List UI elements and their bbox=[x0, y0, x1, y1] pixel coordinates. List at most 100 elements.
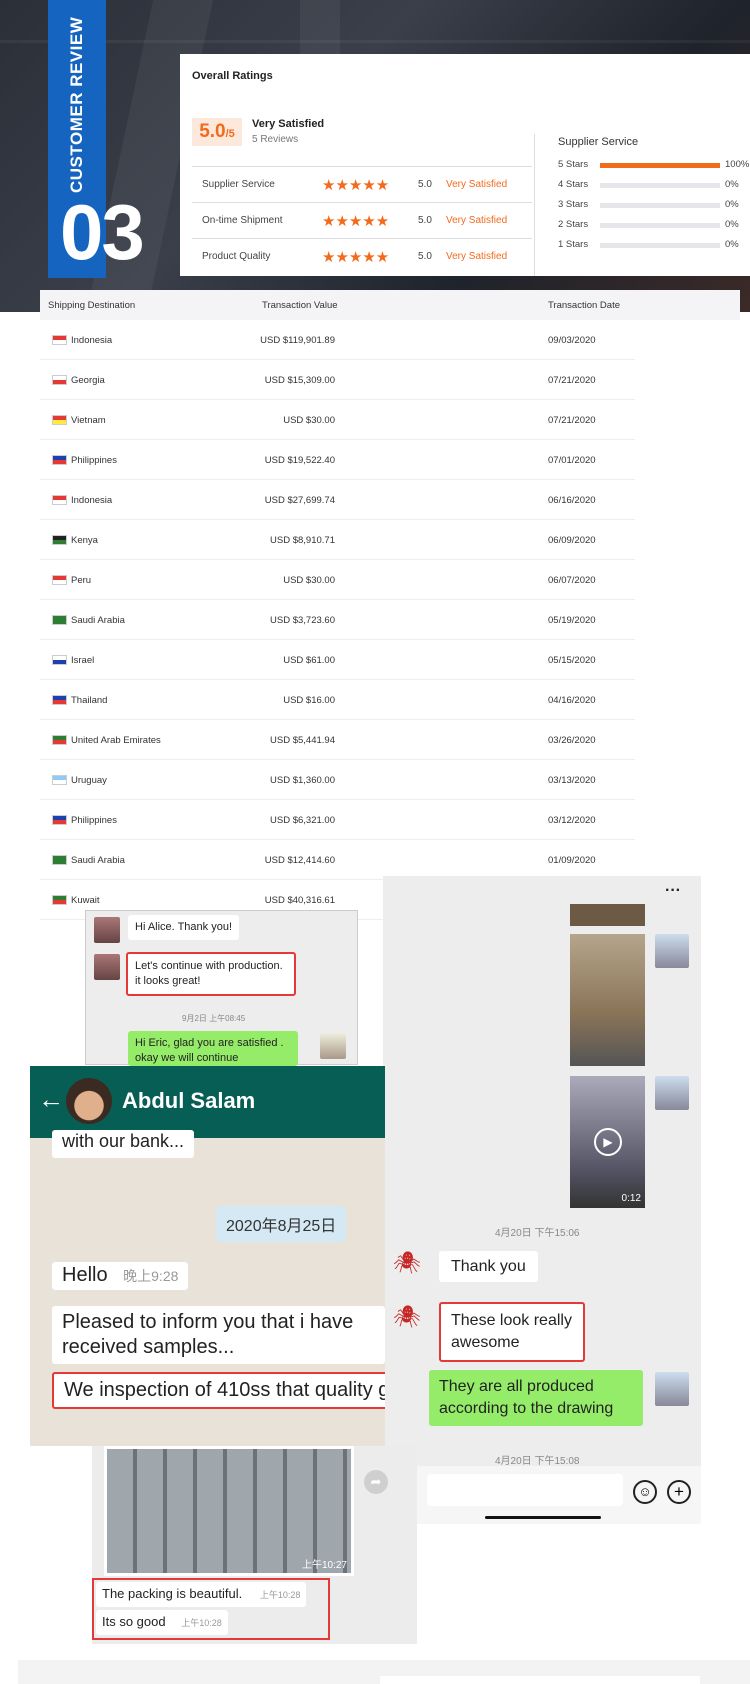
table-row: Peru USD $30.00 06/07/2020 bbox=[40, 560, 635, 600]
section-number: 03 bbox=[60, 188, 145, 276]
table-row: Thailand USD $16.00 04/16/2020 bbox=[40, 680, 635, 720]
back-arrow-icon[interactable]: ← bbox=[38, 1084, 64, 1115]
review-count: 5 Reviews bbox=[252, 134, 299, 145]
message-time: 上午10:28 bbox=[181, 1618, 222, 1628]
progress-track bbox=[600, 183, 720, 188]
image-thumbnail[interactable] bbox=[570, 904, 645, 926]
country-cell: Vietnam bbox=[71, 415, 106, 426]
chat-bubble: Thank you bbox=[439, 1251, 538, 1282]
message-input[interactable] bbox=[427, 1474, 623, 1506]
avatar[interactable] bbox=[66, 1078, 112, 1124]
chat-timestamp: 4月20日 下午15:06 bbox=[495, 1228, 580, 1239]
star-icon: ★★★★★ bbox=[322, 177, 390, 194]
value-cell: USD $19,522.40 bbox=[264, 455, 335, 466]
date-cell: 06/07/2020 bbox=[548, 575, 596, 586]
chat-bubble: Its so good 上午10:28 bbox=[96, 1610, 228, 1635]
ratings-title: Overall Ratings bbox=[192, 70, 273, 82]
chat-bubble-highlighted: Let's continue with production. it looks… bbox=[126, 952, 296, 996]
message-time: 上午10:28 bbox=[259, 1590, 301, 1600]
date-chip: 2020年8月25日 bbox=[216, 1206, 347, 1242]
country-cell: Thailand bbox=[71, 695, 108, 706]
rating-row: Product Quality ★★★★★ 5.0 Very Satisfied bbox=[192, 238, 532, 274]
message-text: Its so good bbox=[102, 1614, 166, 1629]
summary-text: Very Satisfied bbox=[252, 118, 325, 130]
photo-pipes[interactable]: 上午10:27 bbox=[104, 1446, 354, 1576]
flag-icon bbox=[52, 615, 67, 625]
flag-icon bbox=[52, 375, 67, 385]
chat-bubble-sent: Hi Eric, glad you are satisfied . okay w… bbox=[128, 1031, 298, 1066]
table-row: Indonesia USD $27,699.74 06/16/2020 bbox=[40, 480, 635, 520]
flag-icon bbox=[52, 495, 67, 505]
photo-time: 上午10:27 bbox=[301, 1560, 347, 1571]
date-cell: 05/15/2020 bbox=[548, 655, 596, 666]
breakdown-row: 1 Stars 0% bbox=[558, 238, 750, 252]
rating-value: 5.0 bbox=[418, 251, 432, 262]
chat-bubble: with our bank... bbox=[52, 1130, 195, 1158]
value-cell: USD $61.00 bbox=[283, 655, 335, 666]
image-thumbnail[interactable] bbox=[570, 934, 645, 1066]
breakdown-row: 3 Stars 0% bbox=[558, 198, 750, 212]
table-row: Israel USD $61.00 05/15/2020 bbox=[40, 640, 635, 680]
col-header: Transaction Value bbox=[262, 300, 338, 311]
home-indicator bbox=[485, 1516, 601, 1519]
country-cell: Kuwait bbox=[71, 895, 100, 906]
rating-text: Very Satisfied bbox=[446, 179, 508, 190]
value-cell: USD $6,321.00 bbox=[270, 815, 335, 826]
date-cell: 03/12/2020 bbox=[548, 815, 596, 826]
avatar bbox=[320, 1033, 346, 1059]
progress-track bbox=[600, 243, 720, 248]
chat-bubble: Hello 晚上9:28 bbox=[52, 1262, 189, 1290]
breakdown-row: 4 Stars 0% bbox=[558, 178, 750, 192]
chat-header bbox=[383, 876, 701, 910]
table-row: Saudi Arabia USD $12,414.60 01/09/2020 bbox=[40, 840, 635, 880]
star-icon: ★★★★★ bbox=[322, 249, 390, 266]
chat-bubble: The packing is beautiful. 上午10:28 bbox=[96, 1582, 307, 1607]
country-cell: Uruguay bbox=[71, 775, 107, 786]
flag-icon bbox=[52, 815, 67, 825]
chat-bubble: Pleased to inform you that i have receiv… bbox=[52, 1306, 385, 1364]
country-cell: Peru bbox=[71, 575, 92, 586]
score-badge: 5.0/5 bbox=[192, 118, 242, 146]
avatar bbox=[655, 1076, 689, 1110]
message-text: The packing is beautiful. bbox=[102, 1586, 243, 1601]
divider bbox=[534, 134, 535, 276]
breakdown-percent: 0% bbox=[725, 179, 739, 190]
more-icon[interactable]: ··· bbox=[665, 882, 681, 900]
footer-panel bbox=[380, 1676, 700, 1684]
date-cell: 03/13/2020 bbox=[548, 775, 596, 786]
breakdown-label: 3 Stars bbox=[558, 199, 589, 210]
breakdown-label: 2 Stars bbox=[558, 219, 589, 230]
play-icon[interactable]: ▶ bbox=[594, 1128, 622, 1156]
ratings-card: Overall Ratings 5.0/5 Very Satisfied 5 R… bbox=[180, 54, 750, 276]
flag-icon bbox=[52, 535, 67, 545]
country-cell: Israel bbox=[71, 655, 95, 666]
forward-icon[interactable]: ➦ bbox=[364, 1470, 388, 1494]
progress-track bbox=[600, 163, 720, 168]
avatar bbox=[94, 917, 120, 943]
table-row: Georgia USD $15,309.00 07/21/2020 bbox=[40, 360, 635, 400]
country-cell: Indonesia bbox=[71, 335, 113, 346]
rating-text: Very Satisfied bbox=[446, 251, 508, 262]
transaction-table: Shipping Destination Transaction Value T… bbox=[40, 290, 740, 920]
progress-track bbox=[600, 203, 720, 208]
video-thumbnail[interactable]: ▶ 0:12 bbox=[570, 1076, 645, 1208]
breakdown-percent: 0% bbox=[725, 219, 739, 230]
value-cell: USD $12,414.60 bbox=[264, 855, 335, 866]
chat-timestamp: 4月20日 下午15:08 bbox=[495, 1456, 580, 1467]
flag-icon bbox=[52, 855, 67, 865]
table-row: Vietnam USD $30.00 07/21/2020 bbox=[40, 400, 635, 440]
add-icon[interactable]: + bbox=[667, 1480, 691, 1504]
rating-row: Supplier Service ★★★★★ 5.0 Very Satisfie… bbox=[192, 166, 532, 202]
breakdown-percent: 0% bbox=[725, 199, 739, 210]
avatar bbox=[655, 1372, 689, 1406]
chat-bubble-highlighted: We inspection of 410ss that quality good… bbox=[52, 1372, 385, 1409]
chat-header: ← Abdul Salam bbox=[30, 1066, 385, 1138]
country-cell: Saudi Arabia bbox=[71, 855, 125, 866]
col-header: Shipping Destination bbox=[48, 300, 136, 311]
emoji-icon[interactable]: ☺ bbox=[633, 1480, 657, 1504]
flag-icon bbox=[52, 655, 67, 665]
chat-screenshot-b: ··· ▶ 0:12 4月20日 下午15:06 🕷 Thank you 🕷 T… bbox=[383, 876, 701, 1524]
chat-screenshot-a: Hi Alice. Thank you! Let's continue with… bbox=[85, 910, 358, 1066]
country-cell: Georgia bbox=[71, 375, 105, 386]
country-cell: Indonesia bbox=[71, 495, 113, 506]
